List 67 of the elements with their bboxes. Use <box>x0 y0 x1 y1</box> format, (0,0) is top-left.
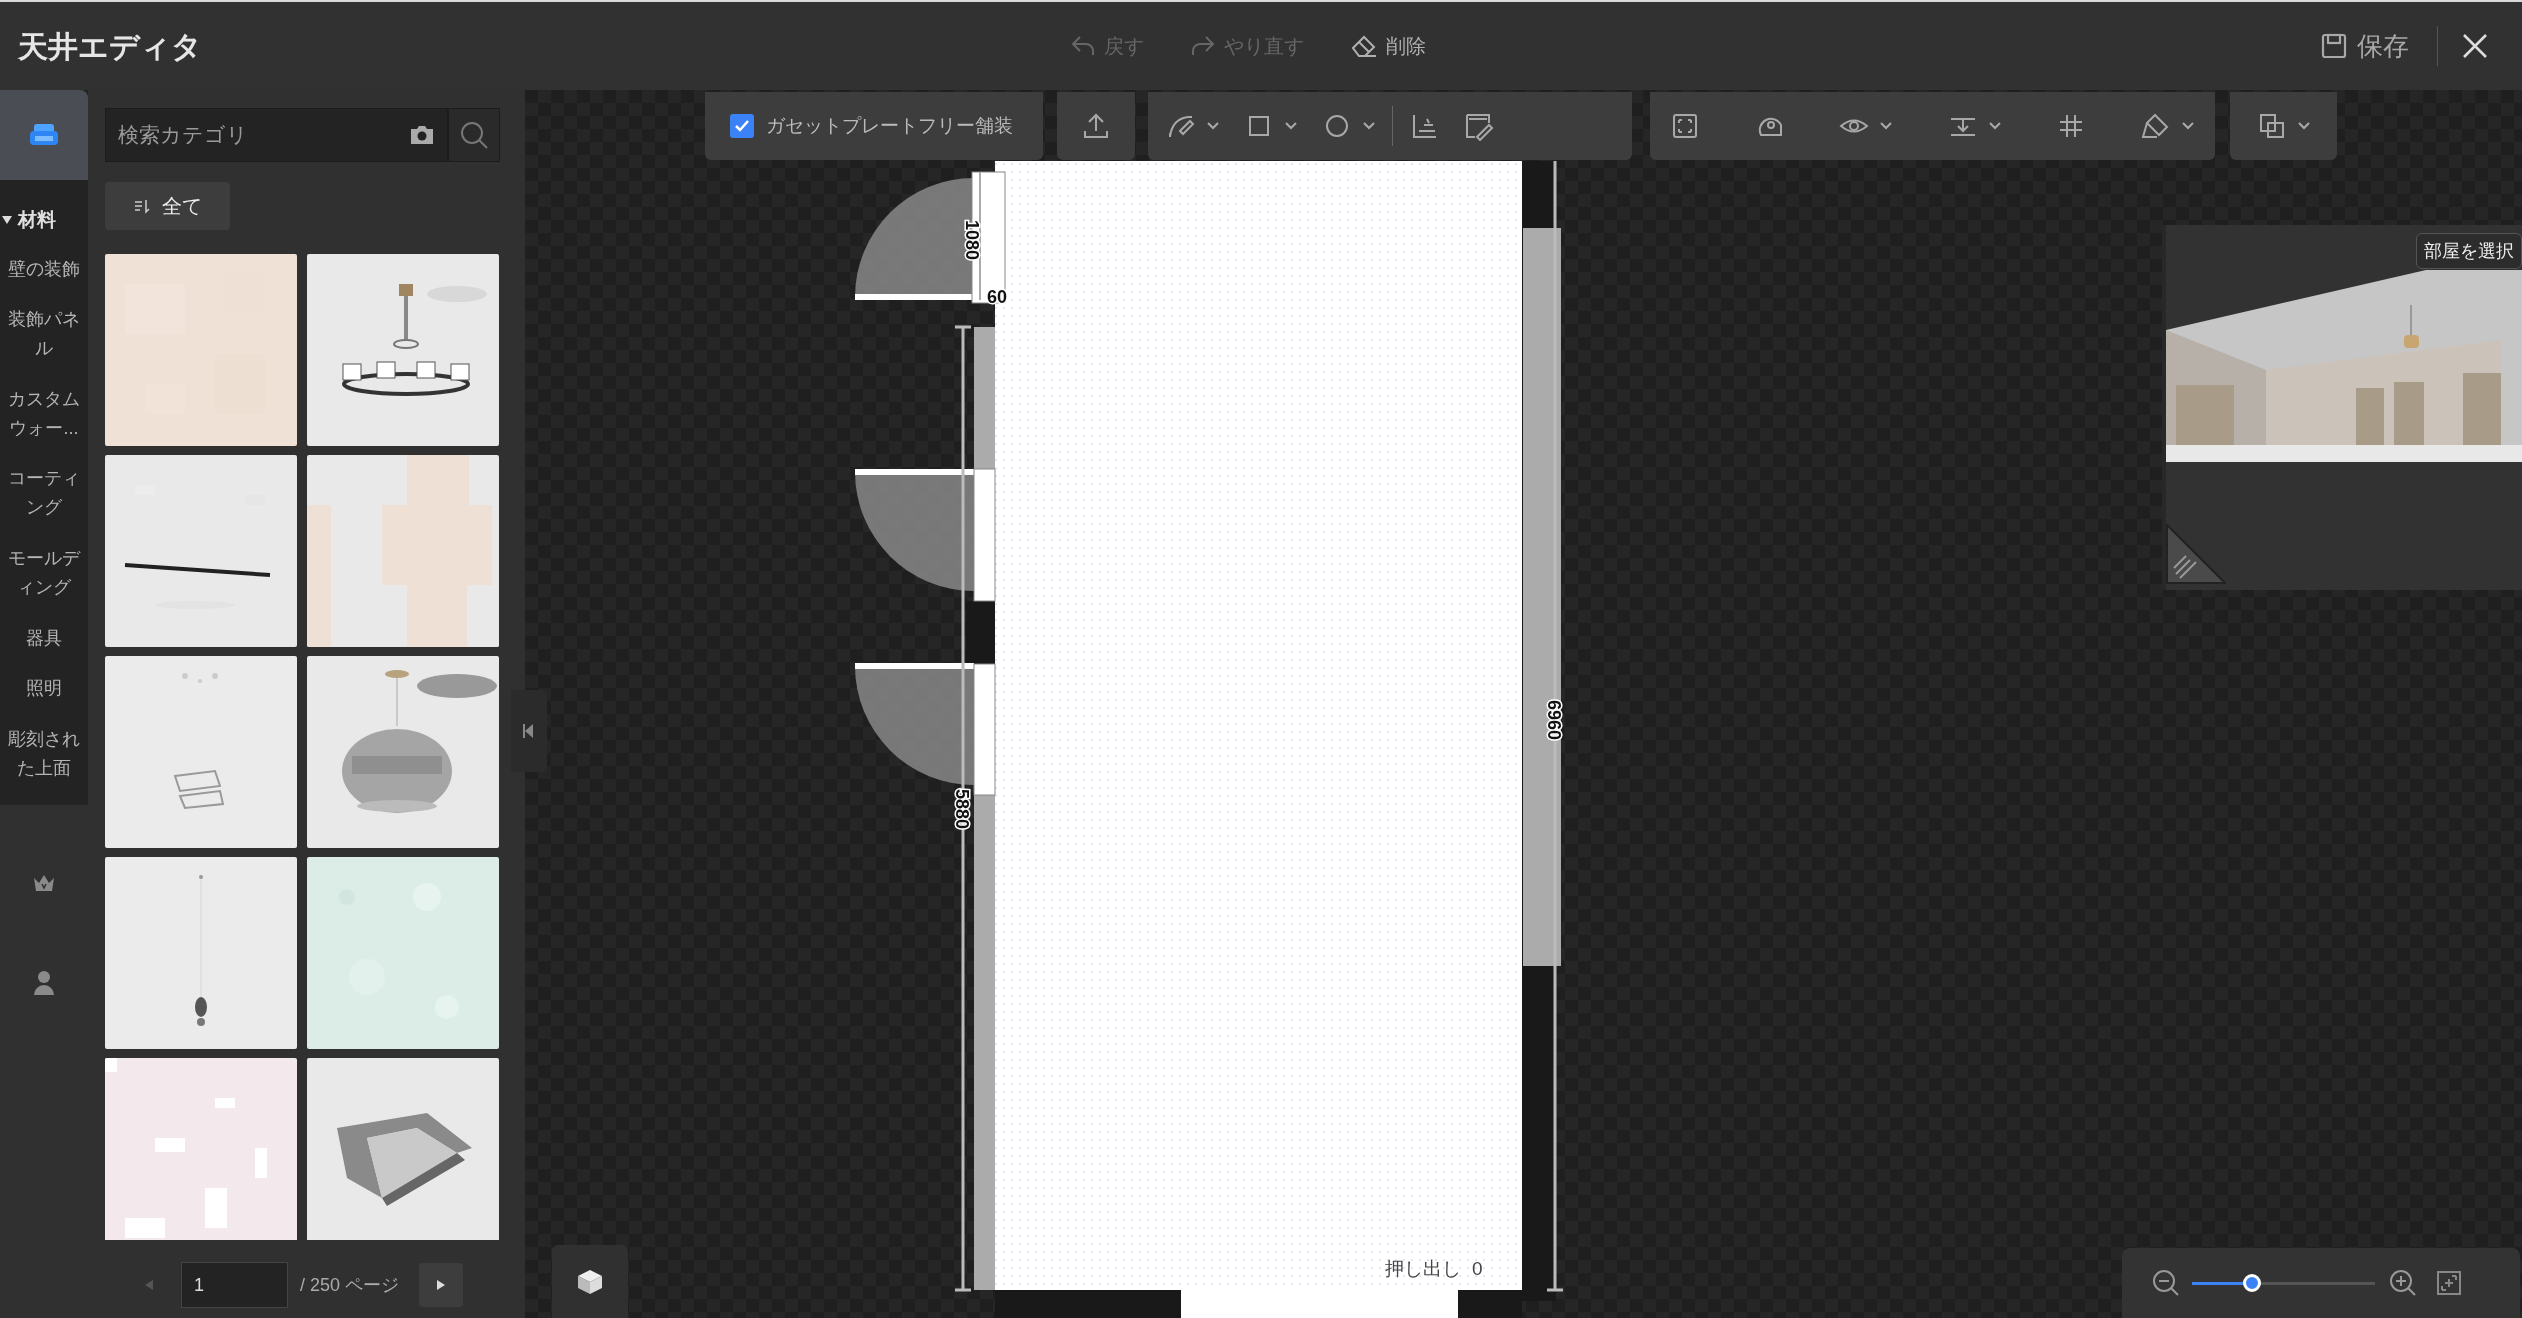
3d-view-button[interactable] <box>552 1245 628 1318</box>
caret-right-icon <box>437 1280 446 1290</box>
zoom-out-icon <box>2152 1269 2180 1297</box>
dimension-label: 60 <box>987 287 1008 307</box>
sort-icon <box>133 198 150 214</box>
zoom-in-button[interactable] <box>2389 1269 2417 1297</box>
crown-icon <box>32 873 56 893</box>
category-item[interactable]: コーティング <box>0 464 88 523</box>
collapse-handle[interactable] <box>511 690 547 772</box>
zoom-out-button[interactable] <box>2152 1269 2180 1297</box>
caret-left-icon <box>145 1280 153 1290</box>
upload-icon <box>1081 111 1111 141</box>
option-checkbox[interactable]: ガセットプレートフリー舗装 <box>730 111 1013 141</box>
caret-icon <box>1987 121 2002 131</box>
dimension-label: 5880 <box>952 789 972 829</box>
resize-corner-icon[interactable] <box>2166 524 2226 584</box>
delete-button[interactable]: 削除 <box>1350 31 1426 61</box>
sofa-icon <box>29 122 59 148</box>
search-icon <box>459 120 489 150</box>
slider-thumb[interactable] <box>2243 1274 2262 1292</box>
extrude-label: 押し出し <box>1385 1258 1461 1279</box>
category-item[interactable]: 彫刻された上面 <box>0 725 88 783</box>
extrude-value: 0 <box>1472 1258 1483 1279</box>
caret-icon <box>2180 121 2195 131</box>
window-title: 天井エディタ <box>17 28 203 65</box>
edit-area-icon <box>1463 111 1493 141</box>
category-item[interactable]: 装飾パネル <box>0 305 88 363</box>
zoom-in-icon <box>2389 1269 2417 1297</box>
caret-icon <box>1362 121 1376 131</box>
category-item[interactable]: 器具 <box>0 623 88 653</box>
category-item[interactable]: 壁の装飾 <box>0 254 88 284</box>
category-item[interactable]: カスタムウォー... <box>0 384 88 443</box>
collapse-icon <box>523 724 535 738</box>
caret-down-icon <box>2 216 12 225</box>
brush-icon <box>2140 111 2171 141</box>
close-icon <box>2462 33 2488 59</box>
caret-icon <box>1206 121 1220 131</box>
search-button[interactable] <box>448 108 500 162</box>
zoom-slider[interactable] <box>2192 1273 2375 1293</box>
category-item[interactable]: 照明 <box>0 674 88 704</box>
fit-view-icon <box>2437 1271 2461 1295</box>
next-page-button[interactable] <box>419 1263 464 1307</box>
filter-button[interactable]: 全て <box>105 182 230 230</box>
fit-view-button[interactable] <box>2437 1271 2461 1295</box>
camera-icon[interactable] <box>409 124 435 146</box>
checkbox[interactable] <box>730 114 754 138</box>
redo-icon <box>1190 34 1216 58</box>
select-frame-icon <box>1670 111 1700 141</box>
search-field[interactable]: 検索カテゴリ <box>105 108 448 162</box>
save-icon <box>2321 33 2347 59</box>
caret-icon <box>1879 121 1894 131</box>
tree-toggle[interactable]: 材料 <box>0 206 88 235</box>
eraser-icon <box>1350 33 1378 59</box>
search-input[interactable]: 検索カテゴリ <box>118 119 409 151</box>
user-icon <box>33 970 55 996</box>
undo-icon <box>1070 34 1096 58</box>
check-icon <box>734 119 750 133</box>
save-button[interactable]: 保存 <box>2321 26 2438 66</box>
caret-icon <box>2296 121 2311 131</box>
page-field[interactable]: 1 <box>181 1262 288 1308</box>
caret-icon <box>1284 121 1298 131</box>
select-room-button[interactable]: 部屋を選択 <box>2416 233 2522 269</box>
dimension-label: 6960 <box>1544 700 1564 740</box>
dimension-label: 1080 <box>962 220 982 260</box>
cube-icon <box>576 1267 604 1296</box>
category-item[interactable]: モールディング <box>0 544 88 602</box>
page-total: / 250 ページ <box>300 1273 400 1297</box>
